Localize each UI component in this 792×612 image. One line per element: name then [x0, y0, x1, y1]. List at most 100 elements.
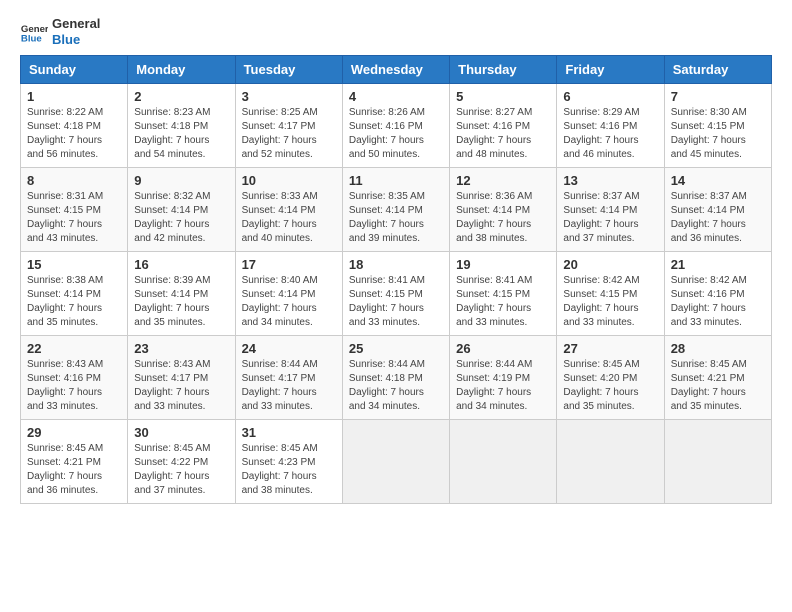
day-info: Sunrise: 8:22 AMSunset: 4:18 PMDaylight:…	[27, 106, 121, 162]
day-number: 23	[134, 341, 228, 356]
day-number: 10	[242, 173, 336, 188]
day-number: 9	[134, 173, 228, 188]
calendar-cell	[450, 420, 557, 504]
calendar-cell: 9Sunrise: 8:32 AMSunset: 4:14 PMDaylight…	[128, 168, 235, 252]
day-info: Sunrise: 8:43 AMSunset: 4:17 PMDaylight:…	[134, 358, 228, 414]
day-info: Sunrise: 8:41 AMSunset: 4:15 PMDaylight:…	[456, 274, 550, 330]
calendar-cell: 8Sunrise: 8:31 AMSunset: 4:15 PMDaylight…	[21, 168, 128, 252]
day-info: Sunrise: 8:39 AMSunset: 4:14 PMDaylight:…	[134, 274, 228, 330]
calendar-cell: 31 Sunrise: 8:45 AMSunset: 4:23 PMDayligh…	[235, 420, 342, 504]
calendar-cell: 1 Sunrise: 8:22 AMSunset: 4:18 PMDaylight…	[21, 84, 128, 168]
header-tuesday: Tuesday	[235, 56, 342, 84]
day-number: 13	[563, 173, 657, 188]
calendar-cell: 3 Sunrise: 8:25 AMSunset: 4:17 PMDaylight…	[235, 84, 342, 168]
day-info: Sunrise: 8:45 AMSunset: 4:22 PMDaylight:…	[134, 442, 228, 498]
calendar-cell: 27 Sunrise: 8:45 AMSunset: 4:20 PMDayligh…	[557, 336, 664, 420]
header-wednesday: Wednesday	[342, 56, 449, 84]
day-number: 15	[27, 257, 121, 272]
day-number: 22	[27, 341, 121, 356]
day-info: Sunrise: 8:45 AMSunset: 4:21 PMDaylight:…	[671, 358, 765, 414]
calendar-cell	[557, 420, 664, 504]
header-friday: Friday	[557, 56, 664, 84]
calendar-cell	[342, 420, 449, 504]
day-info: Sunrise: 8:38 AMSunset: 4:14 PMDaylight:…	[27, 274, 121, 330]
logo-blue: Blue	[52, 32, 100, 48]
day-info: Sunrise: 8:33 AMSunset: 4:14 PMDaylight:…	[242, 190, 336, 246]
calendar-cell: 29 Sunrise: 8:45 AMSunset: 4:21 PMDayligh…	[21, 420, 128, 504]
header-sunday: Sunday	[21, 56, 128, 84]
calendar-cell: 22 Sunrise: 8:43 AMSunset: 4:16 PMDayligh…	[21, 336, 128, 420]
day-info: Sunrise: 8:37 AMSunset: 4:14 PMDaylight:…	[671, 190, 765, 246]
day-info: Sunrise: 8:42 AMSunset: 4:16 PMDaylight:…	[671, 274, 765, 330]
header: General Blue General Blue	[20, 16, 772, 47]
day-number: 17	[242, 257, 336, 272]
day-number: 24	[242, 341, 336, 356]
day-number: 5	[456, 89, 550, 104]
calendar-cell: 11 Sunrise: 8:35 AMSunset: 4:14 PMDayligh…	[342, 168, 449, 252]
day-number: 27	[563, 341, 657, 356]
day-info: Sunrise: 8:27 AMSunset: 4:16 PMDaylight:…	[456, 106, 550, 162]
calendar-week-5: 29 Sunrise: 8:45 AMSunset: 4:21 PMDayligh…	[21, 420, 772, 504]
calendar-cell: 7 Sunrise: 8:30 AMSunset: 4:15 PMDaylight…	[664, 84, 771, 168]
day-info: Sunrise: 8:23 AMSunset: 4:18 PMDaylight:…	[134, 106, 228, 162]
calendar-cell: 19Sunrise: 8:41 AMSunset: 4:15 PMDayligh…	[450, 252, 557, 336]
calendar-cell: 14 Sunrise: 8:37 AMSunset: 4:14 PMDayligh…	[664, 168, 771, 252]
day-info: Sunrise: 8:40 AMSunset: 4:14 PMDaylight:…	[242, 274, 336, 330]
day-info: Sunrise: 8:35 AMSunset: 4:14 PMDaylight:…	[349, 190, 443, 246]
day-number: 20	[563, 257, 657, 272]
calendar-week-4: 22 Sunrise: 8:43 AMSunset: 4:16 PMDayligh…	[21, 336, 772, 420]
day-number: 11	[349, 173, 443, 188]
day-info: Sunrise: 8:44 AMSunset: 4:18 PMDaylight:…	[349, 358, 443, 414]
day-number: 14	[671, 173, 765, 188]
day-info: Sunrise: 8:37 AMSunset: 4:14 PMDaylight:…	[563, 190, 657, 246]
day-number: 18	[349, 257, 443, 272]
day-number: 16	[134, 257, 228, 272]
day-number: 26	[456, 341, 550, 356]
calendar-cell: 17 Sunrise: 8:40 AMSunset: 4:14 PMDayligh…	[235, 252, 342, 336]
day-number: 30	[134, 425, 228, 440]
calendar-cell: 26Sunrise: 8:44 AMSunset: 4:19 PMDayligh…	[450, 336, 557, 420]
day-info: Sunrise: 8:30 AMSunset: 4:15 PMDaylight:…	[671, 106, 765, 162]
calendar-cell: 21 Sunrise: 8:42 AMSunset: 4:16 PMDayligh…	[664, 252, 771, 336]
day-info: Sunrise: 8:45 AMSunset: 4:20 PMDaylight:…	[563, 358, 657, 414]
calendar-week-1: 1 Sunrise: 8:22 AMSunset: 4:18 PMDaylight…	[21, 84, 772, 168]
day-number: 4	[349, 89, 443, 104]
calendar-cell: 30 Sunrise: 8:45 AMSunset: 4:22 PMDayligh…	[128, 420, 235, 504]
day-info: Sunrise: 8:25 AMSunset: 4:17 PMDaylight:…	[242, 106, 336, 162]
calendar-cell: 23 Sunrise: 8:43 AMSunset: 4:17 PMDayligh…	[128, 336, 235, 420]
day-info: Sunrise: 8:43 AMSunset: 4:16 PMDaylight:…	[27, 358, 121, 414]
day-number: 25	[349, 341, 443, 356]
calendar-cell: 13 Sunrise: 8:37 AMSunset: 4:14 PMDayligh…	[557, 168, 664, 252]
logo: General Blue General Blue	[20, 16, 100, 47]
calendar-header-row: SundayMondayTuesdayWednesdayThursdayFrid…	[21, 56, 772, 84]
calendar-cell: 10 Sunrise: 8:33 AMSunset: 4:14 PMDayligh…	[235, 168, 342, 252]
day-info: Sunrise: 8:44 AMSunset: 4:17 PMDaylight:…	[242, 358, 336, 414]
day-number: 12	[456, 173, 550, 188]
day-info: Sunrise: 8:29 AMSunset: 4:16 PMDaylight:…	[563, 106, 657, 162]
calendar-cell: 12 Sunrise: 8:36 AMSunset: 4:14 PMDayligh…	[450, 168, 557, 252]
day-info: Sunrise: 8:26 AMSunset: 4:16 PMDaylight:…	[349, 106, 443, 162]
day-info: Sunrise: 8:36 AMSunset: 4:14 PMDaylight:…	[456, 190, 550, 246]
day-number: 28	[671, 341, 765, 356]
calendar-week-2: 8Sunrise: 8:31 AMSunset: 4:15 PMDaylight…	[21, 168, 772, 252]
day-number: 3	[242, 89, 336, 104]
day-info: Sunrise: 8:45 AMSunset: 4:23 PMDaylight:…	[242, 442, 336, 498]
logo-icon: General Blue	[20, 18, 48, 46]
day-number: 7	[671, 89, 765, 104]
day-number: 29	[27, 425, 121, 440]
day-info: Sunrise: 8:45 AMSunset: 4:21 PMDaylight:…	[27, 442, 121, 498]
day-number: 1	[27, 89, 121, 104]
day-number: 6	[563, 89, 657, 104]
day-number: 21	[671, 257, 765, 272]
day-number: 31	[242, 425, 336, 440]
calendar-week-3: 15 Sunrise: 8:38 AMSunset: 4:14 PMDayligh…	[21, 252, 772, 336]
day-info: Sunrise: 8:42 AMSunset: 4:15 PMDaylight:…	[563, 274, 657, 330]
calendar-cell: 25 Sunrise: 8:44 AMSunset: 4:18 PMDayligh…	[342, 336, 449, 420]
day-info: Sunrise: 8:41 AMSunset: 4:15 PMDaylight:…	[349, 274, 443, 330]
header-thursday: Thursday	[450, 56, 557, 84]
day-number: 8	[27, 173, 121, 188]
logo-general: General	[52, 16, 100, 32]
calendar-cell: 16 Sunrise: 8:39 AMSunset: 4:14 PMDayligh…	[128, 252, 235, 336]
calendar-table: SundayMondayTuesdayWednesdayThursdayFrid…	[20, 55, 772, 504]
calendar-cell: 20 Sunrise: 8:42 AMSunset: 4:15 PMDayligh…	[557, 252, 664, 336]
